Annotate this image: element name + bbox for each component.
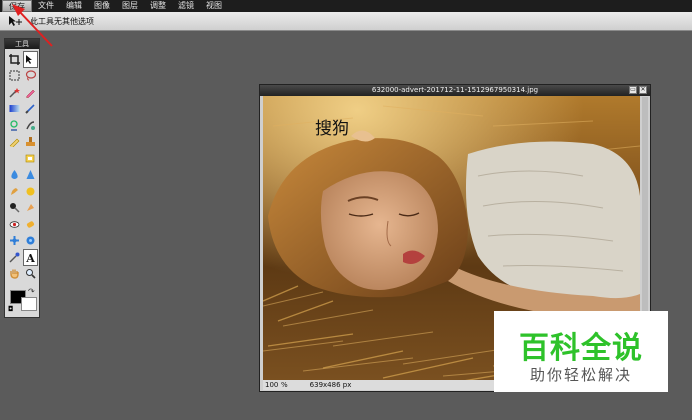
brush-icon[interactable] xyxy=(23,101,38,118)
blur-drop-icon[interactable] xyxy=(7,167,22,184)
menu-view[interactable]: 视图 xyxy=(200,0,228,12)
logo-main-text: 百科全说 xyxy=(519,331,643,366)
close-icon[interactable]: ✕ xyxy=(639,86,647,94)
svg-text:A: A xyxy=(25,252,35,263)
magic-wand-icon[interactable] xyxy=(7,84,22,101)
pencil-icon[interactable] xyxy=(23,84,38,101)
clone-stamp-icon[interactable] xyxy=(7,117,22,134)
pinch-icon[interactable] xyxy=(23,233,38,250)
sponge-icon[interactable] xyxy=(23,183,38,200)
baike-logo: 百科全说 助你轻松解决 xyxy=(494,311,668,392)
menu-edit[interactable]: 编辑 xyxy=(60,0,88,12)
image-dimensions: 639x486 px xyxy=(309,381,352,389)
overlay-text: 搜狗 xyxy=(315,119,349,139)
annotation-arrow xyxy=(12,4,53,47)
stamp-icon[interactable] xyxy=(23,134,38,151)
move-icon[interactable] xyxy=(23,51,38,68)
swap-colors-icon[interactable]: ↷ xyxy=(28,287,35,296)
menu-filter[interactable]: 滤镜 xyxy=(172,0,200,12)
menu-adjust[interactable]: 调整 xyxy=(144,0,172,12)
menu-bar: 保存 文件 编辑 图像 图层 调整 滤镜 视图 xyxy=(0,0,692,12)
zoom-icon[interactable] xyxy=(23,266,38,283)
menu-layer[interactable]: 图层 xyxy=(116,0,144,12)
hand-icon[interactable] xyxy=(7,266,22,283)
bloat-icon[interactable] xyxy=(7,233,22,250)
reset-colors-icon[interactable]: ◘ xyxy=(8,305,14,313)
zoom-unit: % xyxy=(281,381,288,389)
text-tool-icon[interactable]: A xyxy=(23,249,38,266)
tools-panel: 工具 A ↷ ◘ xyxy=(4,38,40,318)
document-titlebar[interactable]: 632000-advert-201712-11-1512967950314.jp… xyxy=(260,85,650,96)
document-title: 632000-advert-201712-11-1512967950314.jp… xyxy=(371,86,539,94)
empty-tool-slot xyxy=(7,150,22,167)
color-replace-icon[interactable] xyxy=(23,117,38,134)
marquee-icon[interactable] xyxy=(7,68,22,85)
menu-image[interactable]: 图像 xyxy=(88,0,116,12)
red-eye-icon[interactable] xyxy=(7,216,22,233)
spot-heal-icon[interactable] xyxy=(23,216,38,233)
color-picker-icon[interactable] xyxy=(7,249,22,266)
sharpen-icon[interactable] xyxy=(23,167,38,184)
maximize-icon[interactable]: ▭ xyxy=(629,86,637,94)
eraser-icon[interactable] xyxy=(7,134,22,151)
options-bar: 此工具无其他选项 xyxy=(0,12,692,31)
logo-sub-text: 助你轻松解决 xyxy=(529,366,632,384)
dodge-icon[interactable] xyxy=(7,200,22,217)
smudge-icon[interactable] xyxy=(7,183,22,200)
burn-icon[interactable] xyxy=(23,200,38,217)
zoom-level[interactable]: 100 xyxy=(263,381,281,389)
fill-bucket-icon[interactable] xyxy=(23,150,38,167)
gradient-icon[interactable] xyxy=(7,101,22,118)
lasso-icon[interactable] xyxy=(23,68,38,85)
crop-icon[interactable] xyxy=(7,51,22,68)
color-swatches: ↷ ◘ xyxy=(8,287,38,315)
background-color-swatch[interactable] xyxy=(21,297,37,311)
